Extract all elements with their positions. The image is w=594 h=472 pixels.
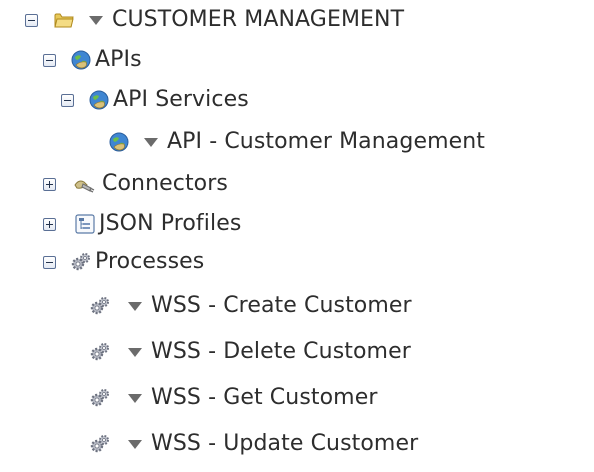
gears-icon	[70, 251, 92, 273]
collapse-toggle[interactable]	[61, 93, 74, 107]
expand-toggle[interactable]	[43, 217, 56, 231]
tree-item-label: JSON Profiles	[99, 211, 242, 236]
tree-row-wss-update-customer[interactable]: WSS - Update Customer	[0, 424, 418, 464]
tree-item-label: API - Customer Management	[167, 129, 486, 154]
folder-icon	[53, 9, 75, 31]
dropdown-caret-icon[interactable]	[89, 15, 103, 25]
tree-row-json-profiles[interactable]: JSON Profiles	[0, 204, 241, 244]
dropdown-caret-icon[interactable]	[144, 137, 158, 147]
globe-api-icon	[88, 89, 110, 111]
dropdown-caret-icon[interactable]	[128, 393, 142, 403]
tree-row-wss-get-customer[interactable]: WSS - Get Customer	[0, 378, 377, 418]
dropdown-caret-icon[interactable]	[128, 439, 142, 449]
gears-icon	[89, 387, 111, 409]
tree-item-label: WSS - Get Customer	[151, 385, 378, 410]
component-tree: CUSTOMER MANAGEMENT APIs API Services AP…	[0, 0, 594, 472]
collapse-toggle[interactable]	[43, 255, 56, 269]
tree-item-label: WSS - Create Customer	[151, 293, 412, 318]
tree-item-label: WSS - Update Customer	[151, 431, 419, 456]
tree-row-wss-create-customer[interactable]: WSS - Create Customer	[0, 286, 412, 326]
tree-item-label: APIs	[95, 47, 142, 72]
gears-icon	[89, 295, 111, 317]
gears-icon	[89, 433, 111, 455]
tree-row-processes[interactable]: Processes	[0, 242, 204, 282]
tree-row-apis[interactable]: APIs	[0, 40, 142, 80]
tree-row-api-services[interactable]: API Services	[0, 80, 249, 120]
tree-row-connectors[interactable]: Connectors	[0, 164, 228, 204]
tree-row-api-customer-management[interactable]: API - Customer Management	[0, 122, 485, 162]
connector-plug-icon	[73, 173, 95, 195]
collapse-toggle[interactable]	[43, 53, 56, 67]
tree-item-label: Connectors	[102, 171, 228, 196]
gears-icon	[89, 341, 111, 363]
dropdown-caret-icon[interactable]	[128, 347, 142, 357]
collapse-toggle[interactable]	[25, 13, 38, 27]
tree-row-customer-management[interactable]: CUSTOMER MANAGEMENT	[0, 0, 404, 40]
tree-row-wss-delete-customer[interactable]: WSS - Delete Customer	[0, 332, 411, 372]
dropdown-caret-icon[interactable]	[128, 301, 142, 311]
json-profile-icon	[74, 213, 96, 235]
tree-item-label: Processes	[95, 249, 205, 274]
tree-item-label: CUSTOMER MANAGEMENT	[112, 7, 405, 32]
globe-api-icon	[70, 49, 92, 71]
expand-toggle[interactable]	[43, 177, 56, 191]
tree-item-label: WSS - Delete Customer	[151, 339, 411, 364]
globe-api-icon	[108, 131, 130, 153]
tree-item-label: API Services	[113, 87, 249, 112]
